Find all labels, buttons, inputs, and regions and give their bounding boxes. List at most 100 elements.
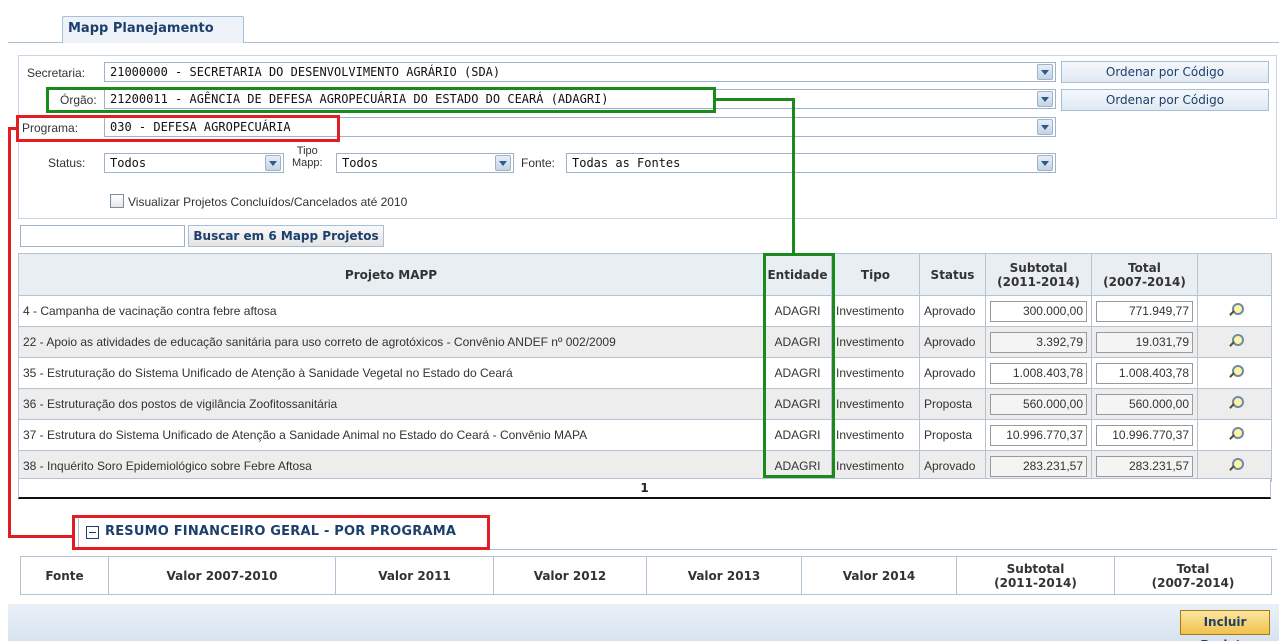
- table-row: 4 - Campanha de vacinação contra febre a…: [18, 295, 1272, 327]
- zoom-icon[interactable]: [1228, 333, 1244, 348]
- table-header-row: Projeto MAPP Entidade Tipo Status Subtot…: [18, 253, 1272, 296]
- cell-action: [1197, 388, 1272, 420]
- summary-col-fonte: Fonte: [20, 556, 109, 595]
- subtotal-line1: Subtotal: [1009, 260, 1068, 275]
- secretaria-value: 21000000 - SECRETARIA DO DESENVOLVIMENTO…: [110, 65, 501, 79]
- cell-projeto[interactable]: 22 - Apoio as atividades de educação san…: [18, 326, 764, 358]
- table-row: 37 - Estrutura do Sistema Unificado de A…: [18, 419, 1272, 451]
- total-value: 771.949,77: [1096, 300, 1193, 322]
- chevron-down-icon[interactable]: [1037, 155, 1053, 171]
- summary-total-line2: (2007-2014): [1151, 575, 1235, 590]
- programa-highlight-box: [16, 115, 340, 142]
- subtotal-line2: (2011-2014): [997, 274, 1080, 289]
- entidade-column-highlight: [763, 253, 835, 478]
- cell-tipo: Investimento: [831, 326, 920, 358]
- cell-action: [1197, 326, 1272, 358]
- cell-action: [1197, 419, 1272, 451]
- fonte-value: Todas as Fontes: [572, 156, 681, 170]
- total-value: 19.031,79: [1096, 331, 1193, 353]
- search-projects-button[interactable]: Buscar em 6 Mapp Projetos: [188, 225, 384, 247]
- cell-status: Aprovado: [919, 295, 986, 327]
- cell-projeto[interactable]: 38 - Inquérito Soro Epidemiológico sobre…: [18, 450, 764, 482]
- summary-col-2014: Valor 2014: [801, 556, 957, 595]
- zoom-icon[interactable]: [1228, 395, 1244, 410]
- summary-col-subtotal: Subtotal (2011-2014): [956, 556, 1115, 595]
- cell-status: Aprovado: [919, 326, 986, 358]
- order-by-code-button-1[interactable]: Ordenar por Código: [1061, 61, 1269, 83]
- cell-total: 283.231,57: [1091, 450, 1198, 482]
- show-completed-label: Visualizar Projetos Concluídos/Cancelado…: [128, 195, 408, 209]
- secretaria-label: Secretaria:: [27, 66, 86, 80]
- cell-tipo: Investimento: [831, 388, 920, 420]
- table-row: 22 - Apoio as atividades de educação san…: [18, 326, 1272, 358]
- cell-tipo: Investimento: [831, 450, 920, 482]
- summary-col-2012: Valor 2012: [493, 556, 647, 595]
- red-connector-bottom: [8, 535, 72, 538]
- summary-header-row: Fonte Valor 2007-2010 Valor 2011 Valor 2…: [20, 556, 1272, 595]
- cell-projeto[interactable]: 4 - Campanha de vacinação contra febre a…: [18, 295, 764, 327]
- tipo-label-line1: Tipo: [296, 145, 318, 157]
- col-header-tipo[interactable]: Tipo: [831, 253, 920, 296]
- summary-col-2013: Valor 2013: [646, 556, 802, 595]
- show-completed-checkbox[interactable]: [110, 194, 124, 208]
- incluir-projeto-button[interactable]: Incluir Projeto: [1180, 610, 1270, 641]
- orgao-highlight-box: [46, 87, 716, 113]
- cell-status: Proposta: [919, 388, 986, 420]
- status-select[interactable]: Todos: [104, 153, 284, 173]
- col-header-actions: [1197, 253, 1272, 296]
- cell-action: [1197, 295, 1272, 327]
- col-header-subtotal[interactable]: Subtotal (2011-2014): [985, 253, 1092, 296]
- table-row: 35 - Estruturação do Sistema Unificado d…: [18, 357, 1272, 389]
- zoom-icon[interactable]: [1228, 426, 1244, 441]
- summary-total-line1: Total: [1176, 561, 1210, 576]
- cell-total: 19.031,79: [1091, 326, 1198, 358]
- col-header-status[interactable]: Status: [919, 253, 986, 296]
- total-value: 560.000,00: [1096, 393, 1193, 415]
- summary-col-total: Total (2007-2014): [1114, 556, 1272, 595]
- subtotal-value: 300.000,00: [990, 300, 1087, 322]
- col-header-total[interactable]: Total (2007-2014): [1091, 253, 1198, 296]
- cell-status: Aprovado: [919, 450, 986, 482]
- chevron-down-icon[interactable]: [1037, 64, 1053, 80]
- pagination-current-page[interactable]: 1: [18, 478, 1271, 499]
- cell-total: 1.008.403,78: [1091, 357, 1198, 389]
- cell-subtotal: 10.996.770,37: [985, 419, 1092, 451]
- cell-action: [1197, 357, 1272, 389]
- total-line2: (2007-2014): [1103, 274, 1186, 289]
- tipo-select[interactable]: Todos: [336, 153, 514, 173]
- fonte-select[interactable]: Todas as Fontes: [566, 153, 1056, 173]
- order-by-code-button-2[interactable]: Ordenar por Código: [1061, 89, 1269, 111]
- tipo-value: Todos: [342, 156, 379, 170]
- zoom-icon[interactable]: [1228, 302, 1244, 317]
- table-row: 38 - Inquérito Soro Epidemiológico sobre…: [18, 450, 1272, 482]
- tipo-label-line2: Mapp:: [292, 157, 323, 169]
- cell-total: 560.000,00: [1091, 388, 1198, 420]
- zoom-icon[interactable]: [1228, 364, 1244, 379]
- cell-action: [1197, 450, 1272, 482]
- chevron-down-icon[interactable]: [1037, 91, 1053, 107]
- cell-subtotal: 3.392,79: [985, 326, 1092, 358]
- green-connector-vertical: [792, 98, 795, 254]
- chevron-down-icon[interactable]: [265, 155, 281, 171]
- status-value: Todos: [110, 156, 147, 170]
- tipo-mapp-label: Tipo Mapp:: [292, 145, 323, 169]
- subtotal-value: 283.231,57: [990, 455, 1087, 477]
- summary-subtotal-line1: Subtotal: [1006, 561, 1065, 576]
- cell-projeto[interactable]: 37 - Estrutura do Sistema Unificado de A…: [18, 419, 764, 451]
- cell-status: Proposta: [919, 419, 986, 451]
- zoom-icon[interactable]: [1228, 457, 1244, 472]
- col-header-projeto[interactable]: Projeto MAPP: [18, 253, 764, 296]
- cell-tipo: Investimento: [831, 419, 920, 451]
- summary-col-2011: Valor 2011: [335, 556, 494, 595]
- cell-projeto[interactable]: 35 - Estruturação do Sistema Unificado d…: [18, 357, 764, 389]
- search-input[interactable]: [20, 225, 185, 247]
- chevron-down-icon[interactable]: [1037, 119, 1053, 135]
- subtotal-value: 3.392,79: [990, 331, 1087, 353]
- cell-subtotal: 283.231,57: [985, 450, 1092, 482]
- total-line1: Total: [1128, 260, 1161, 275]
- cell-subtotal: 300.000,00: [985, 295, 1092, 327]
- cell-projeto[interactable]: 36 - Estruturação dos postos de vigilânc…: [18, 388, 764, 420]
- chevron-down-icon[interactable]: [495, 155, 511, 171]
- red-connector-vertical: [8, 127, 11, 538]
- secretaria-select[interactable]: 21000000 - SECRETARIA DO DESENVOLVIMENTO…: [104, 62, 1056, 82]
